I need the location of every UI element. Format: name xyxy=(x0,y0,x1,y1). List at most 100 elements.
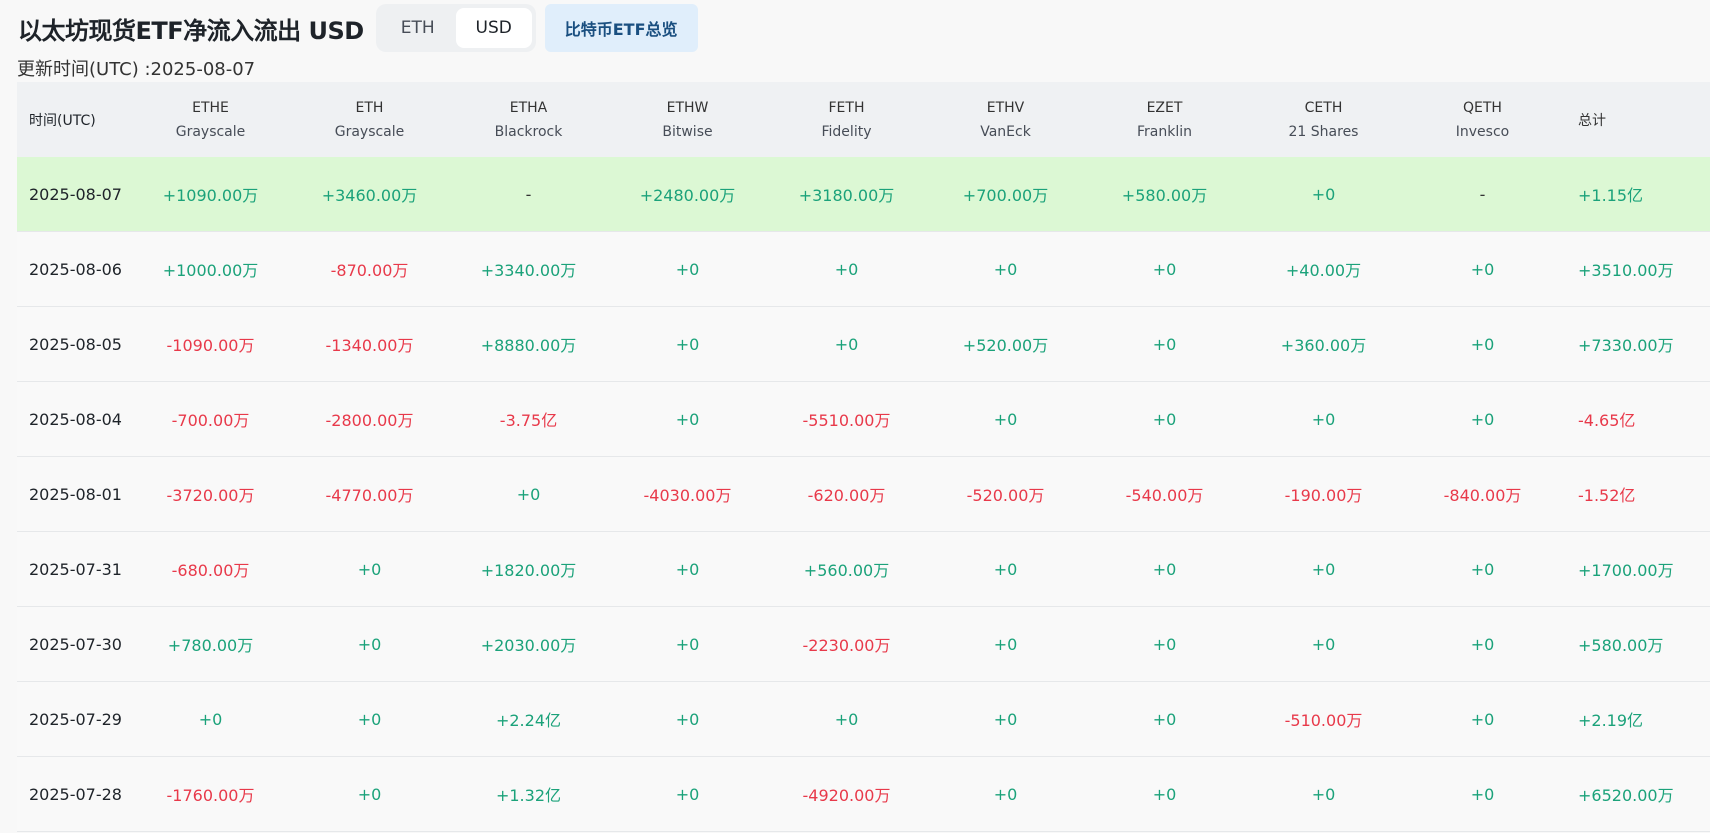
fund-column-header-etha: ETHA Blackrock xyxy=(449,96,608,144)
flow-cell-etha: +3340.00万 xyxy=(480,261,577,280)
flow-cell-qeth: +0 xyxy=(1470,784,1495,804)
flow-cell-ceth: +0 xyxy=(1311,409,1336,429)
fund-column-header-qeth: QETH Invesco xyxy=(1403,96,1562,144)
row-total: +1700.00万 xyxy=(1578,561,1674,580)
flow-cell-qeth: - xyxy=(1479,184,1486,204)
flow-cell-feth: +3180.00万 xyxy=(798,186,895,205)
fund-ticker: ETH xyxy=(355,99,384,116)
flow-cell-etha: +0 xyxy=(516,484,541,504)
flow-cell-eth: +0 xyxy=(357,559,382,579)
flow-cell-ceth: +0 xyxy=(1311,634,1336,654)
flow-cell-ethv: +0 xyxy=(993,259,1018,279)
flow-cell-qeth: +0 xyxy=(1470,709,1495,729)
table-row: 2025-07-29 +0 +0 +2.24亿 +0 +0 +0 +0 -510.00万 +0 +2… xyxy=(17,682,1710,757)
flow-cell-ceth: -190.00万 xyxy=(1284,486,1363,505)
flow-cell-ethv: +520.00万 xyxy=(962,336,1049,355)
table-header-row: 时间(UTC) ETHE Grayscale ETH Grayscale ETHA Bla… xyxy=(17,82,1710,157)
flow-cell-ceth: +0 xyxy=(1311,784,1336,804)
flow-cell-ethw: +0 xyxy=(675,409,700,429)
flow-cell-eth: -2800.00万 xyxy=(325,411,414,430)
row-total: +7330.00万 xyxy=(1578,336,1674,355)
fund-issuer: Fidelity xyxy=(821,123,872,140)
flow-cell-ethw: +0 xyxy=(675,259,700,279)
flow-cell-qeth: +0 xyxy=(1470,634,1495,654)
fund-column-header-eth: ETH Grayscale xyxy=(290,96,449,144)
flow-cell-ethv: +0 xyxy=(993,634,1018,654)
update-time: 更新时间(UTC) :2025-08-07 xyxy=(17,59,256,80)
fund-column-header-ethv: ETHV VanEck xyxy=(926,96,1085,144)
flow-cell-ceth: +40.00万 xyxy=(1285,261,1362,280)
flow-cell-ethw: +0 xyxy=(675,709,700,729)
row-date: 2025-07-30 xyxy=(29,634,122,654)
table-body: 2025-08-07 +1090.00万 +3460.00万 - +2480.00万 +3… xyxy=(17,157,1710,832)
row-date: 2025-08-01 xyxy=(29,484,122,504)
flow-cell-etha: - xyxy=(525,184,532,204)
flow-cell-feth: -5510.00万 xyxy=(802,411,891,430)
flow-cell-ethe: +1000.00万 xyxy=(162,261,259,280)
fund-issuer: Bitwise xyxy=(662,123,713,140)
row-total: +2.19亿 xyxy=(1578,711,1644,730)
flow-cell-ethv: +700.00万 xyxy=(962,186,1049,205)
table-row: 2025-08-05 -1090.00万 -1340.00万 +8880.00万 +0 +… xyxy=(17,307,1710,382)
flow-cell-feth: -620.00万 xyxy=(807,486,886,505)
flow-cell-ceth: +360.00万 xyxy=(1280,336,1367,355)
fund-issuer: Franklin xyxy=(1136,123,1192,140)
flow-cell-ezet: -540.00万 xyxy=(1125,486,1204,505)
flow-cell-eth: -1340.00万 xyxy=(325,336,414,355)
fund-column-header-ethw: ETHW Bitwise xyxy=(608,96,767,144)
fund-ticker: EZET xyxy=(1146,99,1183,116)
table-row: 2025-08-04 -700.00万 -2800.00万 -3.75亿 +0 -5510… xyxy=(17,382,1710,457)
row-date: 2025-07-28 xyxy=(29,784,122,804)
flow-cell-ceth: +0 xyxy=(1311,559,1336,579)
page-title: 以太坊现货ETF净流入流出 USD xyxy=(18,16,364,45)
fund-column-header-feth: FETH Fidelity xyxy=(767,96,926,144)
flow-cell-qeth: +0 xyxy=(1470,259,1495,279)
etf-flow-table: 时间(UTC) ETHE Grayscale ETH Grayscale ETHA Bla… xyxy=(17,82,1710,832)
flow-cell-ethe: -700.00万 xyxy=(171,411,250,430)
header-bar: 以太坊现货ETF净流入流出 USD ETH USD 比特币ETF总览 xyxy=(18,4,698,52)
table-row: 2025-08-01 -3720.00万 -4770.00万 +0 -4030.00万 -… xyxy=(17,457,1710,532)
flow-cell-ethw: +2480.00万 xyxy=(639,186,736,205)
fund-column-header-ceth: CETH 21 Shares xyxy=(1244,96,1403,144)
flow-cell-ezet: +0 xyxy=(1152,334,1177,354)
flow-cell-ezet: +0 xyxy=(1152,709,1177,729)
flow-cell-ezet: +0 xyxy=(1152,559,1177,579)
flow-cell-ezet: +0 xyxy=(1152,259,1177,279)
row-date: 2025-08-06 xyxy=(29,259,122,279)
flow-cell-qeth: +0 xyxy=(1470,409,1495,429)
flow-cell-ethv: -520.00万 xyxy=(966,486,1045,505)
flow-cell-ethe: -680.00万 xyxy=(171,561,250,580)
btc-etf-overview-button[interactable]: 比特币ETF总览 xyxy=(544,4,698,52)
fund-ticker: CETH xyxy=(1304,99,1343,116)
flow-cell-etha: -3.75亿 xyxy=(499,411,558,430)
flow-cell-ethv: +0 xyxy=(993,784,1018,804)
flow-cell-feth: -4920.00万 xyxy=(802,786,891,805)
toggle-eth-button[interactable]: ETH xyxy=(380,8,456,48)
fund-ticker: ETHV xyxy=(986,99,1025,116)
flow-cell-etha: +1.32亿 xyxy=(495,786,562,805)
fund-column-header-ezet: EZET Franklin xyxy=(1085,96,1244,144)
toggle-usd-button[interactable]: USD xyxy=(455,8,532,48)
flow-cell-ethv: +0 xyxy=(993,709,1018,729)
flow-cell-etha: +2030.00万 xyxy=(480,636,577,655)
flow-cell-eth: -4770.00万 xyxy=(325,486,414,505)
fund-ticker: QETH xyxy=(1463,99,1502,116)
total-column-header: 总计 xyxy=(1578,112,1606,129)
fund-ticker: FETH xyxy=(828,99,865,116)
fund-issuer: VanEck xyxy=(980,123,1031,140)
flow-cell-feth: +0 xyxy=(834,709,859,729)
unit-toggle: ETH USD xyxy=(375,4,536,52)
flow-cell-ethw: -4030.00万 xyxy=(643,486,732,505)
table-row: 2025-07-28 -1760.00万 +0 +1.32亿 +0 -4920.00万 +0… xyxy=(17,757,1710,832)
row-total: +580.00万 xyxy=(1578,636,1664,655)
table-row: 2025-07-30 +780.00万 +0 +2030.00万 +0 -2230.00万… xyxy=(17,607,1710,682)
flow-cell-ethw: +0 xyxy=(675,634,700,654)
flow-cell-eth: -870.00万 xyxy=(330,261,409,280)
flow-cell-feth: -2230.00万 xyxy=(802,636,891,655)
flow-cell-ezet: +0 xyxy=(1152,634,1177,654)
row-total: -4.65亿 xyxy=(1578,411,1636,430)
flow-cell-eth: +3460.00万 xyxy=(321,186,418,205)
flow-cell-eth: +0 xyxy=(357,634,382,654)
flow-cell-ezet: +0 xyxy=(1152,784,1177,804)
row-total: -1.52亿 xyxy=(1578,486,1636,505)
